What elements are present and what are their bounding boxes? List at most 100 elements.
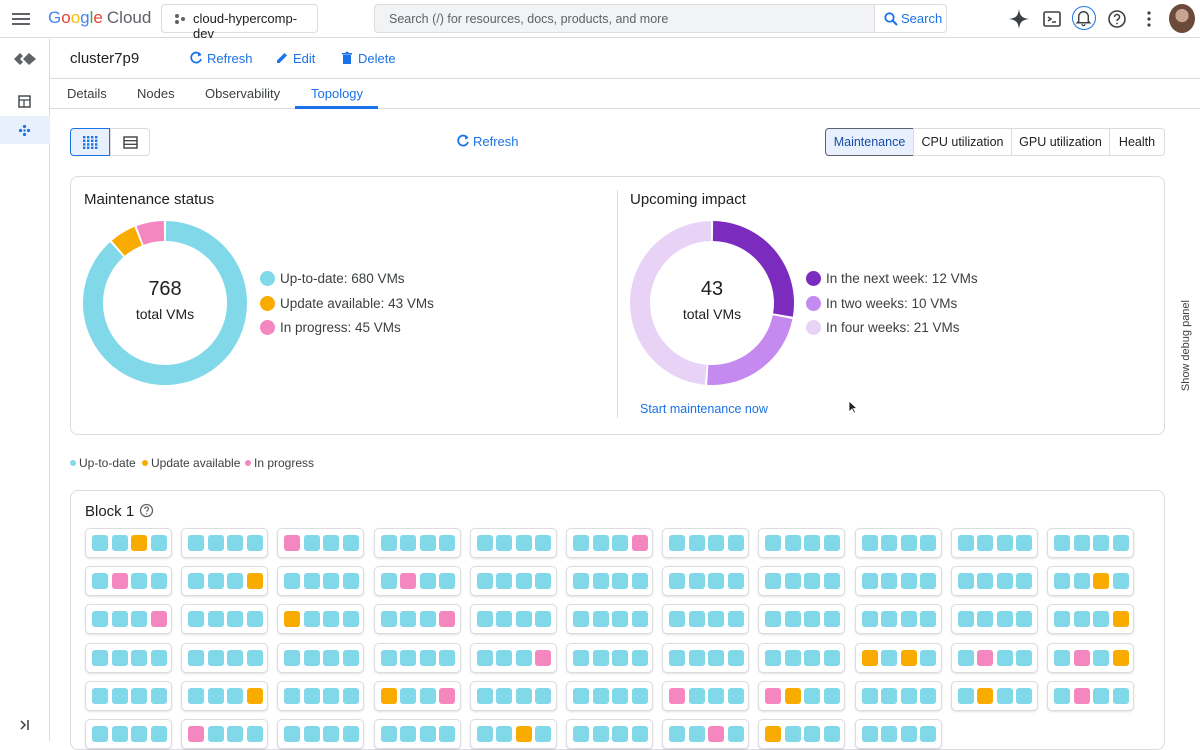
vm-up-to-date[interactable] bbox=[284, 573, 301, 590]
vm-up-to-date[interactable] bbox=[573, 649, 589, 666]
vm-up-to-date[interactable] bbox=[612, 687, 628, 704]
vm-up-to-date[interactable] bbox=[246, 611, 263, 628]
vm-up-to-date[interactable] bbox=[476, 687, 493, 704]
node-card[interactable] bbox=[758, 719, 846, 749]
vm-up-to-date[interactable] bbox=[284, 687, 301, 704]
vm-up-to-date[interactable] bbox=[708, 687, 725, 704]
cloud-shell-icon[interactable] bbox=[1041, 8, 1063, 30]
list-view-toggle[interactable] bbox=[110, 128, 150, 156]
vm-up-to-date[interactable] bbox=[400, 649, 417, 666]
vm-up-to-date[interactable] bbox=[573, 573, 589, 590]
node-card[interactable] bbox=[1047, 604, 1134, 635]
vm-up-to-date[interactable] bbox=[881, 535, 898, 551]
vm-up-to-date[interactable] bbox=[996, 535, 1013, 551]
vm-update-available[interactable] bbox=[131, 535, 147, 551]
vm-up-to-date[interactable] bbox=[765, 535, 782, 551]
vm-up-to-date[interactable] bbox=[688, 726, 705, 742]
vm-up-to-date[interactable] bbox=[515, 649, 532, 666]
vm-up-to-date[interactable] bbox=[1054, 687, 1070, 704]
vm-up-to-date[interactable] bbox=[1112, 687, 1129, 704]
vm-up-to-date[interactable] bbox=[1016, 611, 1033, 628]
segment-cpu-utilization[interactable]: CPU utilization bbox=[913, 128, 1012, 156]
node-card[interactable] bbox=[277, 528, 365, 558]
vm-up-to-date[interactable] bbox=[708, 573, 725, 590]
vm-up-to-date[interactable] bbox=[881, 573, 898, 590]
vm-up-to-date[interactable] bbox=[669, 726, 686, 742]
search-button[interactable]: Search bbox=[874, 4, 947, 33]
node-card[interactable] bbox=[277, 680, 365, 711]
vm-up-to-date[interactable] bbox=[496, 726, 513, 742]
vm-in-progress[interactable] bbox=[284, 535, 301, 551]
refresh-button[interactable]: Refresh bbox=[189, 51, 253, 66]
node-card[interactable] bbox=[85, 528, 172, 558]
vm-up-to-date[interactable] bbox=[111, 726, 128, 742]
vm-up-to-date[interactable] bbox=[111, 649, 128, 666]
vm-up-to-date[interactable] bbox=[631, 611, 648, 628]
vm-up-to-date[interactable] bbox=[669, 611, 686, 628]
node-card[interactable] bbox=[181, 642, 269, 673]
vm-up-to-date[interactable] bbox=[496, 573, 513, 590]
node-card[interactable] bbox=[662, 528, 750, 558]
vm-up-to-date[interactable] bbox=[631, 726, 648, 742]
vm-in-progress[interactable] bbox=[765, 687, 782, 704]
segment-gpu-utilization[interactable]: GPU utilization bbox=[1011, 128, 1110, 156]
vm-up-to-date[interactable] bbox=[419, 649, 436, 666]
node-card[interactable] bbox=[566, 719, 653, 749]
segment-health[interactable]: Health bbox=[1109, 128, 1165, 156]
vm-up-to-date[interactable] bbox=[207, 573, 224, 590]
vm-up-to-date[interactable] bbox=[131, 726, 147, 742]
vm-up-to-date[interactable] bbox=[515, 611, 532, 628]
node-card[interactable] bbox=[950, 528, 1038, 558]
vm-up-to-date[interactable] bbox=[631, 649, 648, 666]
vm-up-to-date[interactable] bbox=[573, 687, 589, 704]
node-card[interactable] bbox=[373, 566, 461, 597]
vm-up-to-date[interactable] bbox=[246, 535, 263, 551]
vm-up-to-date[interactable] bbox=[150, 649, 167, 666]
vm-up-to-date[interactable] bbox=[881, 726, 898, 742]
node-card[interactable] bbox=[373, 680, 461, 711]
vm-up-to-date[interactable] bbox=[1016, 573, 1033, 590]
vm-up-to-date[interactable] bbox=[1093, 611, 1109, 628]
user-avatar[interactable] bbox=[1169, 4, 1195, 33]
main-menu-icon[interactable] bbox=[12, 10, 30, 26]
vm-up-to-date[interactable] bbox=[400, 611, 417, 628]
vm-up-to-date[interactable] bbox=[612, 649, 628, 666]
vm-up-to-date[interactable] bbox=[439, 573, 456, 590]
vm-in-progress[interactable] bbox=[400, 573, 417, 590]
vm-up-to-date[interactable] bbox=[861, 535, 878, 551]
vm-up-to-date[interactable] bbox=[131, 687, 147, 704]
search-input[interactable]: Search (/) for resources, docs, products… bbox=[374, 4, 875, 33]
node-card[interactable] bbox=[373, 642, 461, 673]
vm-up-to-date[interactable] bbox=[323, 687, 340, 704]
node-card[interactable] bbox=[566, 566, 653, 597]
vm-up-to-date[interactable] bbox=[727, 535, 744, 551]
vm-up-to-date[interactable] bbox=[727, 687, 744, 704]
node-card[interactable] bbox=[181, 680, 269, 711]
vm-up-to-date[interactable] bbox=[573, 726, 589, 742]
vm-up-to-date[interactable] bbox=[804, 573, 821, 590]
vm-up-to-date[interactable] bbox=[1016, 535, 1033, 551]
vm-up-to-date[interactable] bbox=[419, 573, 436, 590]
vm-up-to-date[interactable] bbox=[957, 687, 974, 704]
node-card[interactable] bbox=[758, 680, 846, 711]
project-picker[interactable]: cloud-hypercomp-dev bbox=[161, 4, 318, 41]
vm-up-to-date[interactable] bbox=[150, 535, 167, 551]
vm-in-progress[interactable] bbox=[439, 687, 456, 704]
node-card[interactable] bbox=[1047, 642, 1134, 673]
vm-up-to-date[interactable] bbox=[342, 535, 359, 551]
vm-up-to-date[interactable] bbox=[784, 611, 801, 628]
node-card[interactable] bbox=[566, 680, 653, 711]
vm-up-to-date[interactable] bbox=[881, 611, 898, 628]
vm-up-to-date[interactable] bbox=[1112, 573, 1129, 590]
vm-up-to-date[interactable] bbox=[150, 573, 167, 590]
vm-up-to-date[interactable] bbox=[476, 535, 493, 551]
start-maintenance-link[interactable]: Start maintenance now bbox=[640, 402, 768, 416]
vm-up-to-date[interactable] bbox=[323, 726, 340, 742]
vm-up-to-date[interactable] bbox=[419, 726, 436, 742]
vm-in-progress[interactable] bbox=[1073, 649, 1090, 666]
node-card[interactable] bbox=[662, 719, 750, 749]
vm-up-to-date[interactable] bbox=[1073, 573, 1090, 590]
debug-panel-toggle[interactable]: Show debug panel bbox=[1180, 300, 1200, 450]
vm-up-to-date[interactable] bbox=[1093, 649, 1109, 666]
node-card[interactable] bbox=[1047, 566, 1134, 597]
